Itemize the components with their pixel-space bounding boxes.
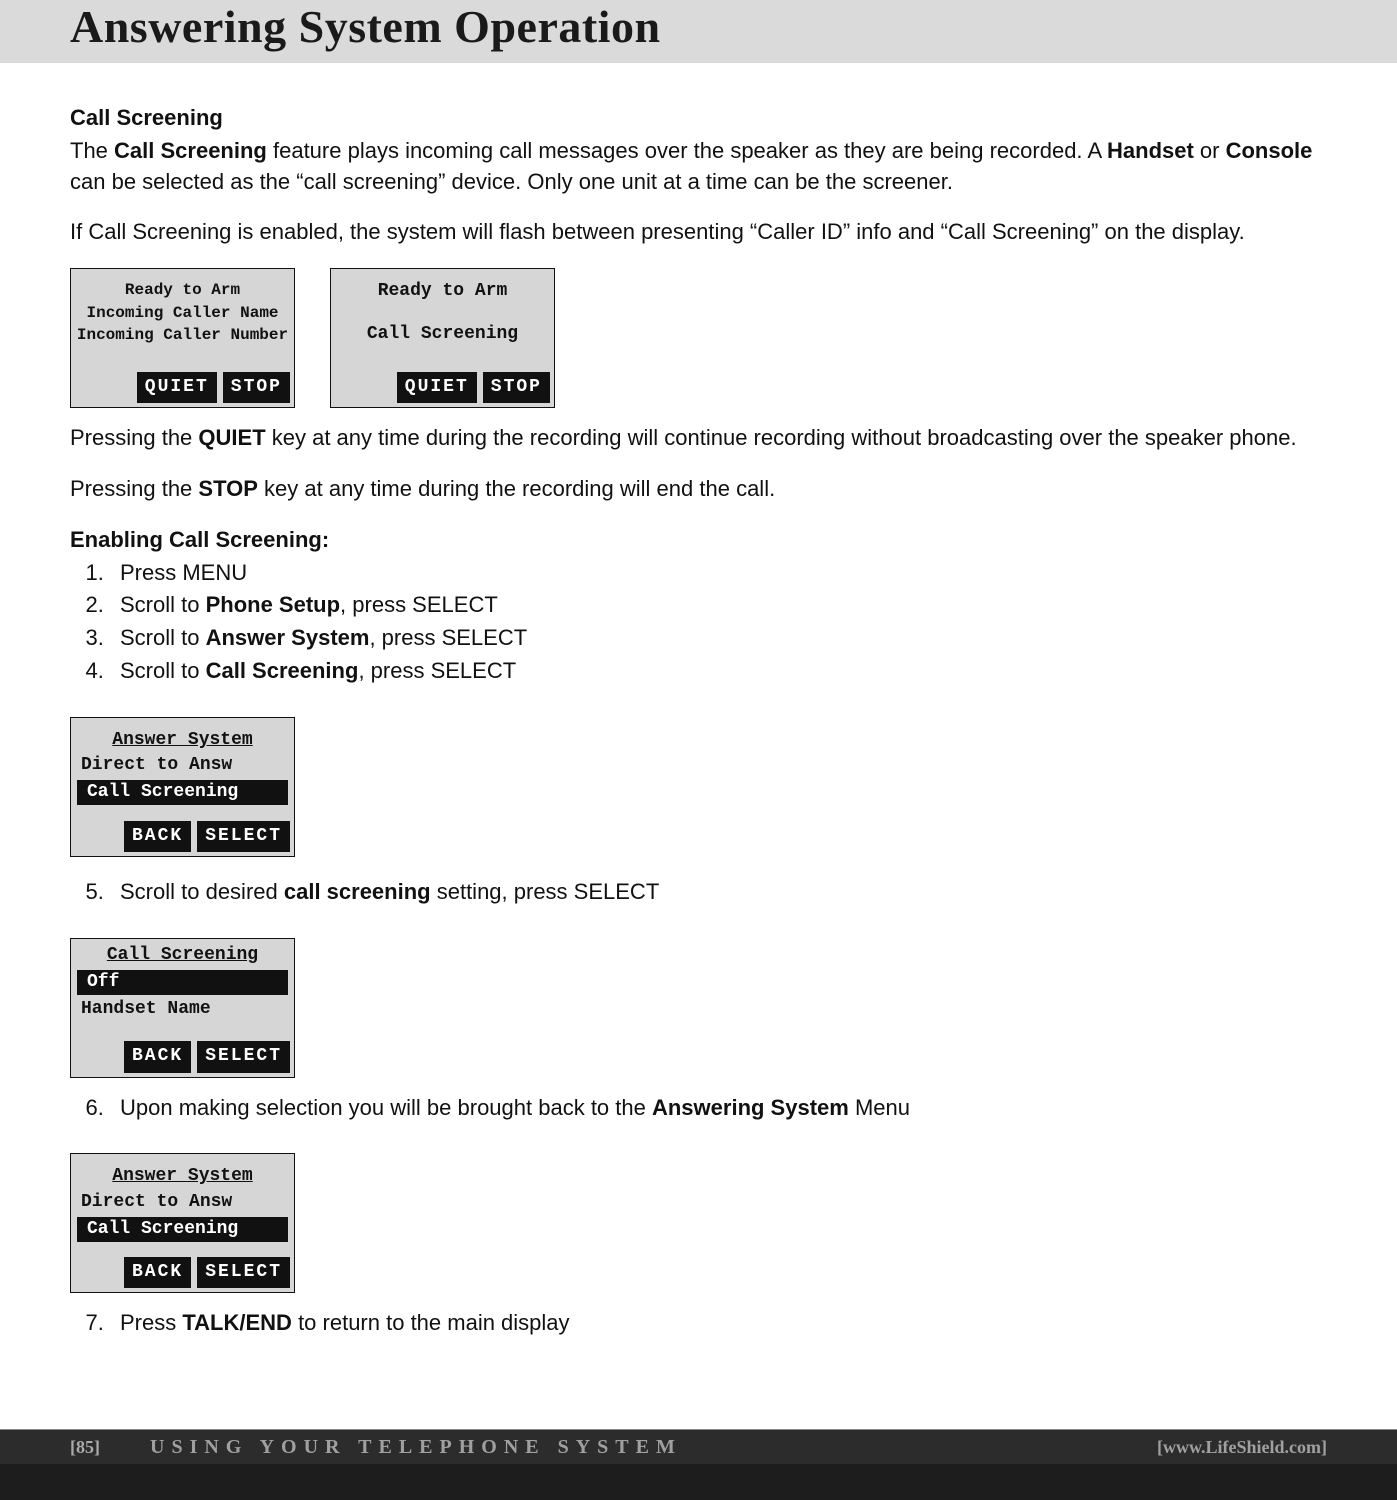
text: Scroll to (120, 592, 206, 617)
steps-list-2: Scroll to desired call screening setting… (70, 877, 1327, 908)
text: Pressing the (70, 476, 198, 501)
lcd-answer-system-menu-2: Answer System Direct to Answ Call Screen… (70, 1153, 295, 1293)
step-1: Press MENU (110, 558, 1327, 589)
page: Answering System Operation Call Screenin… (0, 0, 1397, 1500)
lcd-lines: Ready to Arm Incoming Caller Name Incomi… (71, 269, 294, 346)
softkey-stop[interactable]: STOP (223, 372, 290, 403)
lcd-line: Incoming Caller Number (71, 324, 294, 346)
step-6: Upon making selection you will be brough… (110, 1093, 1327, 1124)
text-bold: QUIET (198, 425, 265, 450)
lcd-highlighted-item: Off (77, 970, 288, 995)
lcd-answer-system-menu: Answer System Direct to Answ Call Screen… (70, 717, 295, 857)
text: , press SELECT (340, 592, 498, 617)
lcd-line: Ready to Arm (71, 279, 294, 301)
softkey-quiet[interactable]: QUIET (137, 372, 217, 403)
press-stop-paragraph: Pressing the STOP key at any time during… (70, 474, 1327, 505)
lcd-softkeys: BACK SELECT (71, 1041, 294, 1076)
text: Pressing the (70, 425, 198, 450)
text: Press MENU (120, 560, 247, 585)
text: , press SELECT (358, 658, 516, 683)
press-quiet-paragraph: Pressing the QUIET key at any time durin… (70, 423, 1327, 454)
lcd-lines: Answer System Direct to Answ Call Screen… (71, 1154, 294, 1244)
lcd-title: Call Screening (71, 943, 294, 968)
softkey-select[interactable]: SELECT (197, 1041, 290, 1072)
page-footer: [85] USING YOUR TELEPHONE SYSTEM [www.Li… (0, 1429, 1397, 1500)
softkey-select[interactable]: SELECT (197, 821, 290, 852)
lcd-line: Ready to Arm (331, 279, 554, 304)
text: setting, press SELECT (431, 879, 660, 904)
text: The (70, 138, 114, 163)
text-bold: Phone Setup (206, 592, 340, 617)
step-2: Scroll to Phone Setup, press SELECT (110, 590, 1327, 621)
text: key at any time during the recording wil… (266, 425, 1297, 450)
lcd-title: Answer System (71, 728, 294, 753)
text: key at any time during the recording wil… (258, 476, 775, 501)
text: to return to the main display (292, 1310, 570, 1335)
section-heading: Call Screening (70, 103, 1327, 134)
lcd-softkeys: BACK SELECT (71, 1257, 294, 1292)
lcd-softkeys: BACK SELECT (71, 821, 294, 856)
lcd-softkeys: QUIET STOP (331, 372, 554, 407)
lcd-lines: Ready to Arm Call Screening (331, 269, 554, 347)
text: Press (120, 1310, 182, 1335)
steps-list-3: Upon making selection you will be brough… (70, 1093, 1327, 1124)
text-bold: Console (1226, 138, 1313, 163)
flash-line: If Call Screening is enabled, the system… (70, 217, 1327, 248)
lcd-highlighted-item: Call Screening (77, 780, 288, 805)
text-bold: TALK/END (182, 1310, 292, 1335)
lcd-line: Call Screening (331, 322, 554, 347)
softkey-back[interactable]: BACK (124, 821, 191, 852)
content-area: Call Screening The Call Screening featur… (0, 63, 1397, 1429)
softkey-quiet[interactable]: QUIET (397, 372, 477, 403)
text: Scroll to desired (120, 879, 284, 904)
step-5: Scroll to desired call screening setting… (110, 877, 1327, 908)
footer-stripe: [85] USING YOUR TELEPHONE SYSTEM [www.Li… (0, 1430, 1397, 1464)
step-4: Scroll to Call Screening, press SELECT (110, 656, 1327, 687)
page-header: Answering System Operation (0, 0, 1397, 63)
lcd-call-screening: Ready to Arm Call Screening QUIET STOP (330, 268, 555, 408)
text-bold: Answer System (206, 625, 370, 650)
text-bold: Answering System (652, 1095, 849, 1120)
lcd-item: Direct to Answ (71, 753, 294, 778)
lcd-line: Incoming Caller Name (71, 302, 294, 324)
lcd-item: Direct to Answ (71, 1190, 294, 1215)
step-3: Scroll to Answer System, press SELECT (110, 623, 1327, 654)
intro-paragraph: The Call Screening feature plays incomin… (70, 136, 1327, 198)
text: Scroll to (120, 658, 206, 683)
page-number: [85] (70, 1437, 100, 1458)
step-7: Press TALK/END to return to the main dis… (110, 1308, 1327, 1339)
text: , press SELECT (369, 625, 527, 650)
lcd-lines: Answer System Direct to Answ Call Screen… (71, 718, 294, 808)
steps-list-4: Press TALK/END to return to the main dis… (70, 1308, 1327, 1339)
lcd-row-1: Ready to Arm Incoming Caller Name Incomi… (70, 268, 1327, 408)
lcd-item: Handset Name (71, 997, 294, 1022)
lcd-caller-id: Ready to Arm Incoming Caller Name Incomi… (70, 268, 295, 408)
footer-center-text: USING YOUR TELEPHONE SYSTEM (150, 1436, 682, 1459)
text: or (1194, 138, 1226, 163)
text: Scroll to (120, 625, 206, 650)
text: Upon making selection you will be brough… (120, 1095, 652, 1120)
text-bold: Call Screening (114, 138, 267, 163)
lcd-call-screening-options: Call Screening Off Handset Name BACK SEL… (70, 938, 295, 1078)
lcd-lines: Call Screening Off Handset Name (71, 939, 294, 1023)
text-bold: call screening (284, 879, 431, 904)
text-bold: Handset (1107, 138, 1194, 163)
lcd-highlighted-item: Call Screening (77, 1217, 288, 1242)
text-bold: STOP (198, 476, 258, 501)
page-title: Answering System Operation (70, 0, 1327, 53)
text: feature plays incoming call messages ove… (267, 138, 1107, 163)
softkey-stop[interactable]: STOP (483, 372, 550, 403)
steps-list: Press MENU Scroll to Phone Setup, press … (70, 558, 1327, 687)
softkey-back[interactable]: BACK (124, 1041, 191, 1072)
enabling-heading: Enabling Call Screening: (70, 525, 1327, 556)
lcd-softkeys: QUIET STOP (71, 372, 294, 407)
footer-url: [www.LifeShield.com] (1157, 1437, 1327, 1458)
text-bold: Call Screening (206, 658, 359, 683)
lcd-title: Answer System (71, 1164, 294, 1189)
text: Menu (849, 1095, 910, 1120)
text: can be selected as the “call screening” … (70, 169, 953, 194)
